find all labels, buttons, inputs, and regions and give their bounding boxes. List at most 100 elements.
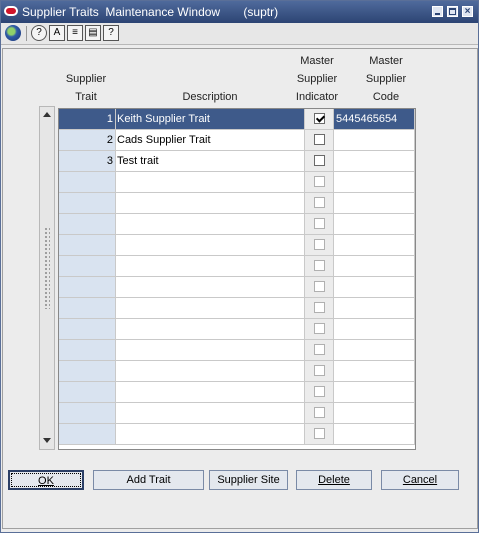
table-row[interactable] [59,172,415,193]
master-code-cell[interactable] [334,277,415,298]
master-code-cell[interactable] [334,424,415,445]
master-indicator-cell [305,235,334,256]
table-row[interactable] [59,298,415,319]
master-code-cell[interactable] [334,172,415,193]
minimize-icon[interactable] [432,6,443,17]
supplier-trait-cell[interactable] [59,382,116,403]
add-trait-button[interactable]: Add Trait [93,470,204,490]
description-cell[interactable] [116,361,305,382]
table-row[interactable] [59,382,415,403]
supplier-trait-cell[interactable]: 3 [59,151,116,172]
title-bar[interactable]: Supplier Traits Maintenance Window (supt… [1,1,478,23]
supplier-trait-cell[interactable] [59,319,116,340]
scroll-down-arrow-icon[interactable] [43,438,51,443]
description-cell[interactable] [116,340,305,361]
table-row[interactable] [59,319,415,340]
supplier-trait-cell[interactable] [59,277,116,298]
table-row[interactable] [59,277,415,298]
vertical-scrollbar[interactable] [39,106,55,450]
master-supplier-checkbox[interactable] [314,113,325,124]
supplier-trait-cell[interactable] [59,403,116,424]
navigator-icon[interactable]: ≡ [67,25,83,41]
description-cell[interactable] [116,424,305,445]
supplier-trait-cell[interactable] [59,193,116,214]
master-indicator-cell [305,214,334,235]
description-cell[interactable] [116,277,305,298]
master-code-cell[interactable] [334,382,415,403]
supplier-site-button[interactable]: Supplier Site [209,470,288,490]
header-description: Description [182,91,238,103]
supplier-trait-cell[interactable] [59,235,116,256]
help-icon[interactable]: ? [31,25,47,41]
master-supplier-checkbox [314,344,325,355]
description-cell[interactable]: Cads Supplier Trait [116,130,305,151]
supplier-trait-cell[interactable]: 1 [59,109,116,130]
description-cell[interactable] [116,298,305,319]
description-cell[interactable] [116,256,305,277]
master-code-cell[interactable] [334,403,415,424]
table-row[interactable]: 3 Test trait [59,151,415,172]
cue-card-icon[interactable]: A [49,25,65,41]
table-row[interactable]: 1 Keith Supplier Trait 5445465654 [59,109,415,130]
description-cell[interactable] [116,172,305,193]
table-row[interactable] [59,256,415,277]
master-code-cell[interactable] [334,193,415,214]
supplier-trait-cell[interactable] [59,424,116,445]
master-code-cell[interactable] [334,151,415,172]
description-cell[interactable] [116,214,305,235]
description-cell[interactable]: Keith Supplier Trait [116,109,305,130]
master-indicator-cell [305,340,334,361]
master-code-cell[interactable] [334,214,415,235]
table-row[interactable] [59,340,415,361]
master-code-cell[interactable] [334,298,415,319]
notes-icon[interactable]: ▤ [85,25,101,41]
description-cell[interactable]: Test trait [116,151,305,172]
master-code-cell[interactable]: 5445465654 [334,109,415,130]
supplier-trait-cell[interactable] [59,214,116,235]
header-supplier-trait: Supplier Trait [65,73,107,103]
table-row[interactable]: 2 Cads Supplier Trait [59,130,415,151]
table-row[interactable] [59,193,415,214]
master-indicator-cell [305,193,334,214]
supplier-trait-cell[interactable] [59,172,116,193]
supplier-trait-cell[interactable] [59,361,116,382]
description-cell[interactable] [116,403,305,424]
supplier-trait-cell[interactable]: 2 [59,130,116,151]
master-code-cell[interactable] [334,130,415,151]
table-row[interactable] [59,214,415,235]
master-indicator-cell [305,403,334,424]
master-code-cell[interactable] [334,256,415,277]
about-icon[interactable]: ? [103,25,119,41]
scroll-up-arrow-icon[interactable] [43,112,51,117]
description-cell[interactable] [116,319,305,340]
ok-button-label: OK [38,475,54,487]
scroll-grip-icon[interactable] [44,227,50,309]
supplier-trait-cell[interactable] [59,256,116,277]
master-code-cell[interactable] [334,361,415,382]
table-row[interactable] [59,424,415,445]
table-row[interactable] [59,403,415,424]
delete-button-label: Delete [318,474,350,486]
description-cell[interactable] [116,193,305,214]
header-master-supplier-code: Master Supplier Code [365,55,407,103]
description-cell[interactable] [116,235,305,256]
table-row[interactable] [59,361,415,382]
table-row[interactable] [59,235,415,256]
description-cell[interactable] [116,382,305,403]
ok-button[interactable]: OK [8,470,84,490]
master-code-cell[interactable] [334,235,415,256]
close-icon[interactable]: × [462,6,473,17]
master-supplier-checkbox [314,365,325,376]
master-code-cell[interactable] [334,319,415,340]
globe-icon[interactable] [5,25,21,41]
supplier-trait-cell[interactable] [59,340,116,361]
maximize-icon[interactable] [447,6,458,17]
master-supplier-checkbox[interactable] [314,155,325,166]
oracle-logo-icon [4,6,18,16]
master-code-cell[interactable] [334,340,415,361]
delete-button[interactable]: Delete [296,470,372,490]
cancel-button[interactable]: Cancel [381,470,459,490]
supplier-trait-cell[interactable] [59,298,116,319]
master-supplier-checkbox[interactable] [314,134,325,145]
master-indicator-cell [305,109,334,130]
